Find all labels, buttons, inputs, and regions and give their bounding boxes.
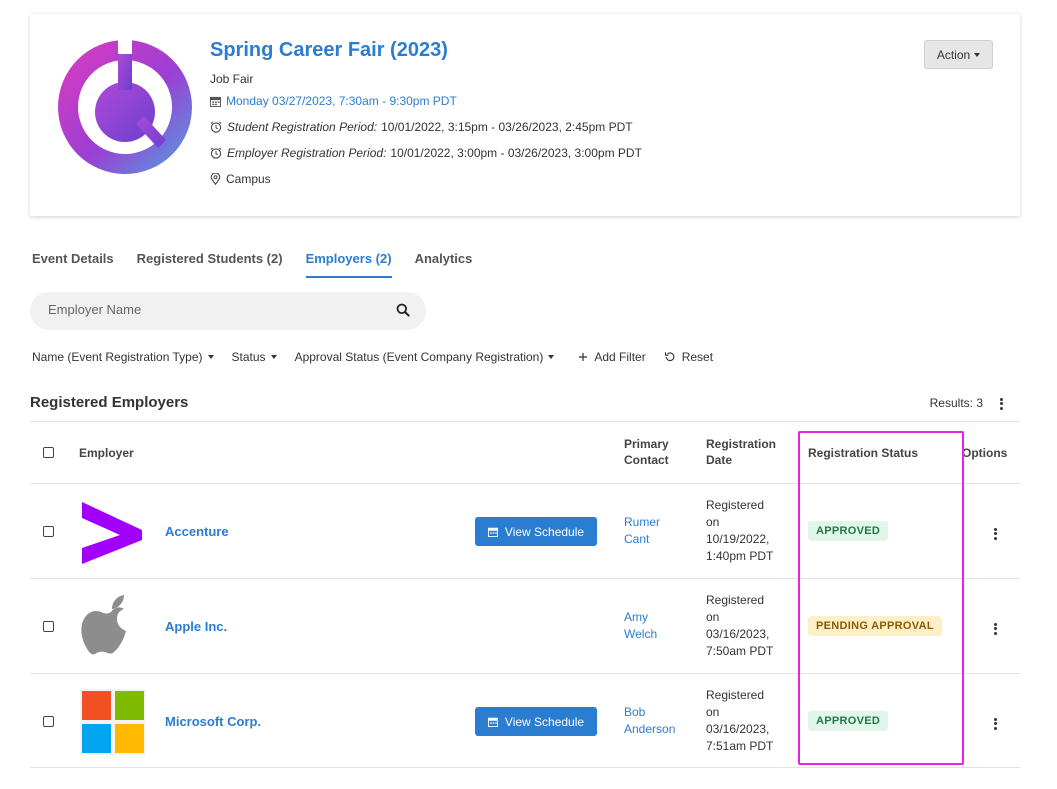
map-pin-icon	[210, 173, 221, 185]
event-type: Job Fair	[210, 72, 254, 86]
search-icon[interactable]	[396, 303, 410, 317]
view-schedule-button[interactable]: View Schedule	[475, 707, 597, 736]
tab-analytics[interactable]: Analytics	[415, 243, 473, 278]
microsoft-logo	[80, 689, 146, 755]
tab-registered-students[interactable]: Registered Students (2)	[137, 243, 283, 278]
event-title[interactable]: Spring Career Fair (2023)	[210, 39, 642, 65]
employer-registration-label: Employer Registration Period:	[227, 146, 387, 160]
select-all-checkbox[interactable]	[43, 447, 54, 458]
student-registration-line: Student Registration Period: 10/01/2022,…	[210, 114, 642, 140]
row-checkbox[interactable]	[43, 716, 54, 727]
primary-contact-link[interactable]: Amy Welch	[624, 609, 657, 643]
header-primary-contact[interactable]: Primary Contact	[624, 436, 669, 468]
alarm-clock-icon	[210, 147, 222, 159]
view-schedule-label: View Schedule	[504, 714, 585, 729]
event-location: Campus	[226, 172, 271, 186]
student-registration-label: Student Registration Period:	[227, 120, 378, 134]
primary-contact-link[interactable]: Rumer Cant	[624, 514, 660, 548]
filter-name-registration-type[interactable]: Name (Event Registration Type)	[32, 350, 214, 364]
section-title: Registered Employers	[30, 394, 189, 411]
header-employer[interactable]: Employer	[79, 445, 134, 461]
student-registration-value: 10/01/2022, 3:15pm - 03/26/2023, 2:45pm …	[381, 120, 633, 134]
reset-icon	[664, 352, 675, 362]
header-options: Options	[962, 446, 1008, 460]
row-checkbox[interactable]	[43, 621, 54, 632]
action-dropdown-button[interactable]: Action	[924, 40, 993, 69]
employer-search-bar	[30, 292, 426, 330]
primary-contact-link[interactable]: Bob Anderson	[624, 704, 675, 738]
accenture-logo	[82, 502, 142, 564]
event-card: Spring Career Fair (2023) Job Fair Monda…	[30, 14, 1020, 216]
filter-label: Approval Status (Event Company Registrat…	[294, 350, 544, 364]
tab-event-details[interactable]: Event Details	[32, 243, 114, 278]
employer-registration-line: Employer Registration Period: 10/01/2022…	[210, 140, 642, 166]
view-schedule-button[interactable]: View Schedule	[475, 517, 597, 546]
event-date[interactable]: Monday 03/27/2023, 7:30am - 9:30pm PDT	[226, 94, 457, 108]
view-schedule-label: View Schedule	[504, 524, 585, 539]
row-checkbox[interactable]	[43, 526, 54, 537]
results-count: Results: 3	[929, 396, 983, 410]
reset-label: Reset	[681, 350, 714, 364]
calendar-icon	[487, 527, 498, 537]
filter-label: Status	[231, 350, 266, 364]
employer-registration-value: 10/01/2022, 3:00pm - 03/26/2023, 3:00pm …	[390, 146, 642, 160]
filter-bar: Name (Event Registration Type) Status Ap…	[32, 350, 731, 364]
add-filter-label: Add Filter	[594, 350, 646, 364]
apple-logo	[81, 595, 126, 655]
alarm-clock-icon	[210, 121, 222, 133]
filter-status[interactable]: Status	[232, 350, 277, 364]
tab-employers[interactable]: Employers (2)	[305, 243, 392, 278]
event-date-line: Monday 03/27/2023, 7:30am - 9:30pm PDT	[210, 88, 642, 114]
caret-down-icon	[548, 355, 555, 359]
calendar-icon	[487, 717, 498, 727]
results-more-icon[interactable]	[1000, 396, 1003, 411]
registration-date: Registered on 10/19/2022, 1:40pm PDT	[706, 498, 774, 563]
add-filter-button[interactable]: Add Filter	[578, 350, 646, 364]
location-line: Campus	[210, 166, 642, 192]
calendar-icon	[210, 96, 221, 107]
registration-date: Registered on 03/16/2023, 7:50am PDT	[706, 593, 774, 658]
row-options-icon[interactable]	[994, 526, 997, 541]
filter-approval-status[interactable]: Approval Status (Event Company Registrat…	[295, 350, 555, 364]
filter-label: Name (Event Registration Type)	[32, 350, 203, 364]
caret-down-icon	[207, 355, 214, 359]
plus-icon	[579, 353, 588, 361]
registration-status-highlight	[798, 431, 964, 765]
reset-button[interactable]: Reset	[664, 350, 713, 364]
event-logo	[58, 40, 192, 174]
action-button-label: Action	[936, 47, 971, 62]
caret-down-icon	[974, 52, 981, 57]
row-options-icon[interactable]	[994, 621, 997, 636]
employer-name-link[interactable]: Apple Inc.	[165, 619, 227, 634]
employer-name-link[interactable]: Microsoft Corp.	[165, 714, 261, 729]
caret-down-icon	[270, 355, 277, 359]
employer-name-search-input[interactable]	[48, 302, 378, 317]
employer-name-link[interactable]: Accenture	[165, 524, 229, 539]
header-registration-date[interactable]: Registration Date	[706, 436, 776, 468]
row-options-icon[interactable]	[994, 716, 997, 731]
tab-bar: Event Details Registered Students (2) Em…	[32, 243, 495, 278]
registration-date: Registered on 03/16/2023, 7:51am PDT	[706, 688, 774, 753]
